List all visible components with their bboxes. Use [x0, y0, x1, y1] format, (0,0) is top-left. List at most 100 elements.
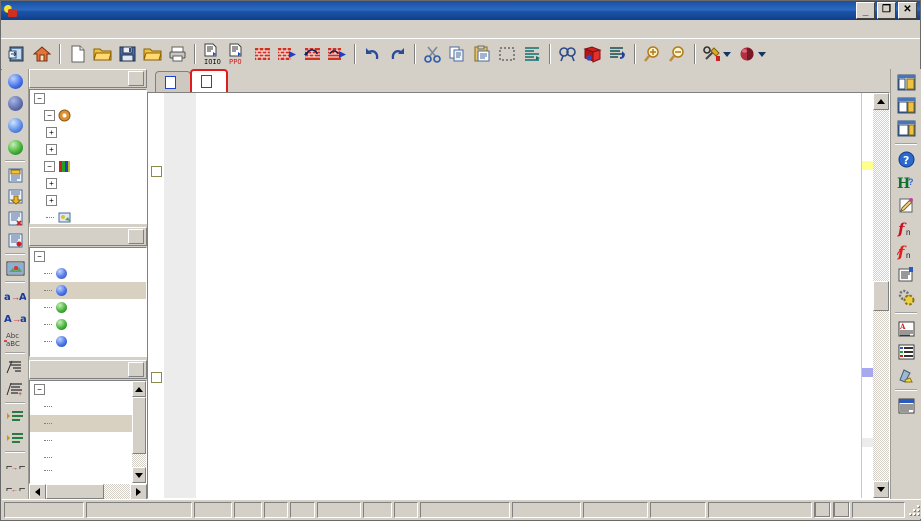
tree-expander-icon[interactable]: − — [44, 110, 55, 121]
skeletons-vertical-scrollbar[interactable] — [132, 381, 146, 483]
edit-note-icon[interactable] — [894, 194, 918, 217]
image-icon[interactable] — [3, 257, 27, 279]
doc-text-icon[interactable]: A — [894, 317, 918, 340]
lowercase-to-upper-icon[interactable]: a→A — [3, 285, 27, 307]
fold-toggle-icon[interactable] — [151, 166, 162, 177]
tree-expander-icon[interactable]: − — [34, 251, 45, 262]
theme-indicator[interactable] — [708, 502, 812, 518]
projects-tree[interactable]: − − + + − + + — [29, 89, 147, 224]
marker-margin[interactable] — [861, 93, 873, 498]
close-doc-icon[interactable] — [3, 208, 27, 230]
menu-item-help[interactable] — [77, 28, 89, 30]
scroll-track[interactable] — [104, 484, 130, 499]
highlighter-icon[interactable] — [894, 363, 918, 386]
help-book-icon[interactable] — [580, 42, 605, 66]
zoom-in-icon[interactable] — [640, 42, 665, 66]
edit-mode[interactable] — [363, 502, 393, 518]
theme-dropdown-icon[interactable] — [758, 52, 766, 57]
code-text[interactable] — [196, 93, 861, 498]
build-icon[interactable] — [250, 42, 275, 66]
tree-expander-icon[interactable]: + — [46, 178, 57, 189]
goto-icon[interactable] — [605, 42, 630, 66]
tree-item[interactable]: − — [30, 158, 146, 175]
scroll-up-icon[interactable] — [132, 381, 146, 397]
tree-item[interactable]: − — [30, 107, 146, 124]
dock-left-icon[interactable] — [894, 71, 918, 94]
goto-next-icon[interactable]: ⌐→⌐ — [3, 455, 27, 477]
tab-hbide-prg[interactable] — [155, 71, 191, 92]
editors-tree[interactable]: − — [29, 247, 147, 357]
dock-right-icon[interactable] — [894, 94, 918, 117]
editor-vertical-scrollbar[interactable] — [873, 93, 889, 498]
compile-ioio-icon[interactable]: IOIO — [200, 42, 225, 66]
panel-blue-icon[interactable] — [3, 71, 27, 93]
tree-item[interactable]: + — [30, 141, 146, 158]
panel-lightblue-icon[interactable] — [3, 115, 27, 137]
stream-mode[interactable] — [317, 502, 361, 518]
mixed-case-icon[interactable]: AbcaBC — [3, 329, 27, 351]
view-indicator[interactable] — [583, 502, 648, 518]
menu-item-project[interactable] — [29, 28, 41, 30]
tab-idedocwriter-prg[interactable] — [190, 69, 228, 92]
encoding-indicator[interactable] — [420, 502, 509, 518]
cut-icon[interactable] — [420, 42, 445, 66]
open-project-icon[interactable] — [140, 42, 165, 66]
fold-margin[interactable] — [148, 93, 164, 498]
copy-icon[interactable] — [445, 42, 470, 66]
new-file-icon[interactable] — [65, 42, 90, 66]
panel-green-icon[interactable] — [3, 136, 27, 158]
menu-item-setup[interactable] — [53, 28, 65, 30]
tree-item[interactable] — [30, 265, 146, 282]
tree-expander-icon[interactable]: + — [46, 127, 57, 138]
build-gear-icon[interactable] — [894, 286, 918, 309]
tree-item[interactable] — [30, 299, 146, 316]
indent-icon[interactable] — [520, 42, 545, 66]
doc-list-icon[interactable] — [894, 340, 918, 363]
select-all-icon[interactable] — [495, 42, 520, 66]
tree-item[interactable] — [30, 316, 146, 333]
home-icon[interactable] — [30, 42, 55, 66]
scroll-thumb[interactable] — [132, 397, 146, 454]
theme-color-blue-swatch[interactable] — [833, 502, 850, 518]
goto-prev-icon[interactable]: ⌐←⌐ — [3, 477, 27, 499]
tree-item[interactable] — [30, 466, 132, 474]
tree-item[interactable]: + — [30, 175, 146, 192]
uppercase-to-lower-icon[interactable]: A→a — [3, 307, 27, 329]
fold-toggle-icon[interactable] — [151, 372, 162, 383]
tree-expander-icon[interactable]: + — [46, 144, 57, 155]
tree-expander-icon[interactable]: − — [44, 161, 55, 172]
maximize-button[interactable]: ❐ — [877, 2, 896, 19]
find-icon[interactable] — [555, 42, 580, 66]
tree-expander-icon[interactable]: − — [34, 384, 45, 395]
doc-props-icon[interactable] — [3, 229, 27, 251]
insert-mode[interactable] — [234, 502, 262, 518]
menu-item-view[interactable] — [65, 28, 77, 30]
project-indicator[interactable] — [650, 502, 706, 518]
build-run-icon[interactable] — [275, 42, 300, 66]
new-doc-icon[interactable] — [3, 164, 27, 186]
scroll-down-icon[interactable] — [873, 481, 889, 498]
tree-item[interactable] — [30, 398, 132, 415]
outdent-block-icon[interactable]: + — [3, 378, 27, 400]
theme-color-yellow-swatch[interactable] — [814, 502, 831, 518]
scroll-right-icon[interactable] — [130, 484, 147, 500]
skeletons-tree[interactable]: − — [29, 380, 147, 484]
tools-icon[interactable] — [700, 42, 725, 66]
tree-item[interactable] — [30, 449, 132, 466]
env-indicator[interactable] — [512, 502, 581, 518]
skeletons-panel-close-icon[interactable] — [128, 362, 144, 377]
open-folder-icon[interactable] — [90, 42, 115, 66]
redo-icon[interactable] — [385, 42, 410, 66]
menu-item-build[interactable] — [41, 28, 53, 30]
tree-expander-icon[interactable]: − — [34, 93, 45, 104]
theme-icon[interactable] — [735, 42, 760, 66]
panel-darkblue-icon[interactable] — [3, 93, 27, 115]
tree-expander-icon[interactable]: + — [46, 195, 57, 206]
editors-panel-close-icon[interactable] — [128, 229, 144, 244]
code-editor[interactable] — [147, 92, 890, 499]
scroll-track[interactable] — [132, 454, 146, 467]
tree-item[interactable] — [30, 282, 146, 299]
scroll-left-icon[interactable] — [29, 484, 46, 500]
scroll-down-icon[interactable] — [132, 467, 146, 483]
resize-grip[interactable] — [907, 503, 919, 517]
